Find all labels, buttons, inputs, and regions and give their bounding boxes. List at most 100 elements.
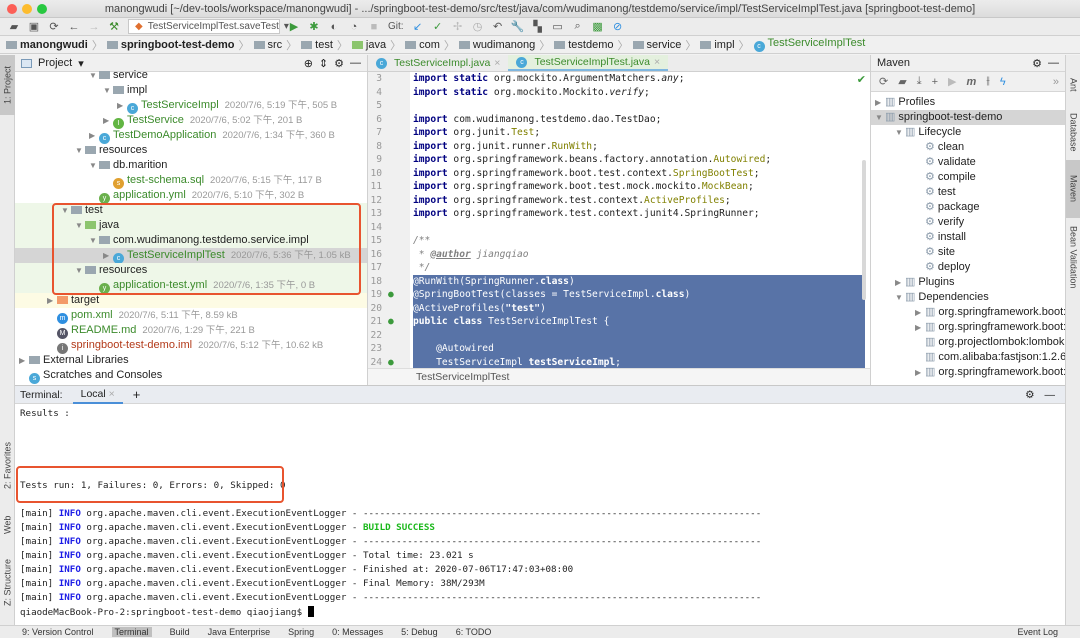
code-line[interactable]: 18 @RunWith(SpringRunner.class) — [368, 274, 870, 288]
expand-arrow-icon[interactable]: ▼ — [89, 68, 99, 83]
maximize-window-button[interactable] — [37, 4, 47, 14]
expand-arrow-icon[interactable]: ▶ — [915, 365, 925, 380]
skip-tests-icon[interactable]: ϟ — [1000, 76, 1006, 88]
maven-tree-row[interactable]: ⚙ deploy — [871, 260, 1065, 275]
new-terminal-icon[interactable]: + — [133, 387, 141, 402]
code-line[interactable]: 21 public class TestServiceImplTest {● — [368, 315, 870, 329]
open-icon[interactable]: ▰ — [8, 21, 20, 33]
run-icon[interactable]: ▶ — [948, 75, 956, 88]
breadcrumb-item[interactable]: impl — [700, 39, 735, 51]
structure-tool-tab[interactable]: Z: Structure — [0, 550, 15, 615]
git-update-icon[interactable]: ↙ — [412, 21, 424, 33]
code-line[interactable]: 17 */ — [368, 261, 870, 275]
minimize-window-button[interactable] — [22, 4, 32, 14]
editor-scrollbar[interactable] — [862, 160, 866, 300]
close-tab-icon[interactable]: × — [654, 56, 660, 68]
bottom-tab-java-enterprise[interactable]: Java Enterprise — [208, 627, 271, 637]
save-icon[interactable]: ▣ — [28, 21, 40, 33]
breadcrumb-item[interactable]: springboot-test-demo — [106, 39, 235, 51]
forward-icon[interactable]: → — [88, 21, 100, 33]
tree-row-target[interactable]: ▶ target — [15, 293, 367, 308]
tree-row-resources[interactable]: ▼ resources — [15, 143, 367, 158]
maven-tree-row[interactable]: ▼ ▥ Dependencies — [871, 290, 1065, 305]
database-tool-tab[interactable]: Database — [1066, 105, 1080, 160]
terminal-tab-local[interactable]: Local × — [72, 386, 123, 404]
download-icon[interactable]: ⤓ — [917, 75, 922, 88]
git-compare-icon[interactable]: ✢ — [452, 21, 464, 33]
expand-arrow-icon[interactable]: ▶ — [915, 305, 925, 320]
terminal-icon[interactable]: ▭ — [552, 21, 564, 33]
tab-testserviceimpl[interactable]: c TestServiceImpl.java × — [368, 55, 508, 71]
breadcrumb-item[interactable]: src — [253, 39, 282, 51]
code-line[interactable]: 13 import org.springframework.test.contex… — [368, 207, 870, 221]
code-line[interactable]: 9 import org.springframework.beans.factor… — [368, 153, 870, 167]
coverage-icon[interactable]: ◐ — [328, 21, 340, 33]
maven-tree-row[interactable]: ▼ ▥ springboot-test-demo — [871, 110, 1065, 125]
activity-monitor-icon[interactable]: ▩ — [592, 21, 604, 33]
breadcrumb-item[interactable]: wudimanong — [458, 39, 535, 51]
tree-row-application-yml[interactable]: y application.yml 2020/7/6, 5:10 下午, 302 B — [15, 188, 367, 204]
code-line[interactable]: 4 import static org.mockito.Mockito.verif… — [368, 86, 870, 100]
maven-tree-row[interactable]: ▶ ▥ Plugins — [871, 275, 1065, 290]
code-line[interactable]: 15 /** — [368, 234, 870, 248]
stop-icon[interactable]: ■ — [368, 21, 380, 33]
gear-icon[interactable]: ⚙ — [1032, 57, 1042, 70]
maven-tree-row[interactable]: ⚙ test — [871, 185, 1065, 200]
bean-validation-tool-tab[interactable]: Bean Validation — [1066, 220, 1080, 295]
tab-testserviceimpltest[interactable]: c TestServiceImplTest.java × — [508, 55, 669, 71]
breadcrumb-item[interactable]: testdemo — [554, 39, 614, 51]
git-history-icon[interactable]: ◷ — [472, 21, 484, 33]
run-test-gutter-icon[interactable]: ● — [388, 356, 394, 370]
tree-row-test-schema-sql[interactable]: s test-schema.sql 2020/7/6, 5:15 下午, 117 B — [15, 173, 367, 189]
tree-row-testservice[interactable]: ▶ I TestService 2020/7/6, 5:02 下午, 201 B — [15, 113, 367, 129]
bottom-tab-terminal[interactable]: Terminal — [111, 627, 152, 637]
expand-arrow-icon[interactable]: ▼ — [895, 125, 905, 140]
code-line[interactable]: 3 import static org.mockito.ArgumentMatch… — [368, 72, 870, 86]
event-log-button[interactable]: Event Log — [1017, 627, 1058, 637]
no-power-save-icon[interactable]: ⊘ — [612, 21, 624, 33]
maven-tree-row[interactable]: ▼ ▥ Lifecycle — [871, 125, 1065, 140]
breadcrumb-item[interactable]: test — [301, 39, 333, 51]
code-line[interactable]: 5 — [368, 99, 870, 113]
maven-tree-row[interactable]: ▶ ▥ org.springframework.boot:spr — [871, 305, 1080, 320]
tree-row-readme-md[interactable]: M README.md 2020/7/6, 1:29 下午, 221 B — [15, 323, 367, 339]
add-icon[interactable]: + — [932, 76, 938, 88]
maven-tree-row[interactable]: ▥ org.projectlombok:lombok:1.18 — [871, 335, 1080, 350]
bottom-tab-0-messages[interactable]: 0: Messages — [332, 627, 383, 637]
expand-arrow-icon[interactable]: ▼ — [103, 83, 113, 98]
maven-tree-row[interactable]: ⚙ install — [871, 230, 1065, 245]
maven-tree-row[interactable]: ⚙ clean — [871, 140, 1065, 155]
settings-wrench-icon[interactable]: 🔧 — [511, 21, 525, 33]
expand-arrow-icon[interactable]: ▶ — [117, 98, 127, 113]
maven-tool-tab[interactable]: Maven — [1066, 160, 1080, 218]
sync-icon[interactable]: ⟳ — [48, 21, 60, 33]
tree-row-testdemoapplication[interactable]: ▶ c TestDemoApplication 2020/7/6, 1:34 下午, … — [15, 128, 367, 144]
breadcrumb-item[interactable]: manongwudi — [6, 39, 88, 51]
search-icon[interactable]: ⌕ — [572, 20, 584, 33]
code-line[interactable]: 14 — [368, 221, 870, 235]
project-structure-icon[interactable]: ▚ — [532, 21, 544, 33]
code-line[interactable]: 11 import org.springframework.boot.test.m… — [368, 180, 870, 194]
favorites-tool-tab[interactable]: 2: Favorites — [0, 430, 15, 500]
bottom-tab-9-version-control[interactable]: 9: Version Control — [22, 627, 94, 637]
expand-arrow-icon[interactable]: ▼ — [89, 158, 99, 173]
tree-row-springboot-test-demo-iml[interactable]: i springboot-test-demo.iml 2020/7/6, 5:12 … — [15, 338, 367, 354]
hide-icon[interactable]: — — [1048, 57, 1059, 69]
bottom-tab-spring[interactable]: Spring — [288, 627, 314, 637]
maven-tree-row[interactable]: ⚙ verify — [871, 215, 1065, 230]
toggle-offline-icon[interactable]: ⫲ — [986, 75, 990, 88]
breadcrumb-item[interactable]: com — [405, 39, 440, 51]
build-hammer-icon[interactable]: ⚒ — [108, 21, 120, 33]
code-line[interactable]: 12 import org.springframework.test.contex… — [368, 194, 870, 208]
back-icon[interactable]: ← — [68, 21, 80, 33]
run-icon[interactable]: ▶ — [288, 21, 300, 33]
code-line[interactable]: 6 import com.wudimanong.testdemo.dao.Test… — [368, 113, 870, 127]
expand-arrow-icon[interactable]: ▶ — [103, 113, 113, 128]
web-tool-tab[interactable]: Web — [0, 510, 15, 540]
tree-row-db-marition[interactable]: ▼ db.marition — [15, 158, 367, 173]
terminal-prompt[interactable]: qiaodeMacBook-Pro-2:springboot-test-demo… — [20, 606, 314, 620]
expand-arrow-icon[interactable]: ▶ — [89, 128, 99, 143]
expand-arrow-icon[interactable]: ▼ — [75, 143, 85, 158]
tree-row-scratches-and-consoles[interactable]: s Scratches and Consoles — [15, 368, 367, 384]
code-line[interactable]: 8 import org.junit.runner.RunWith; — [368, 140, 870, 154]
